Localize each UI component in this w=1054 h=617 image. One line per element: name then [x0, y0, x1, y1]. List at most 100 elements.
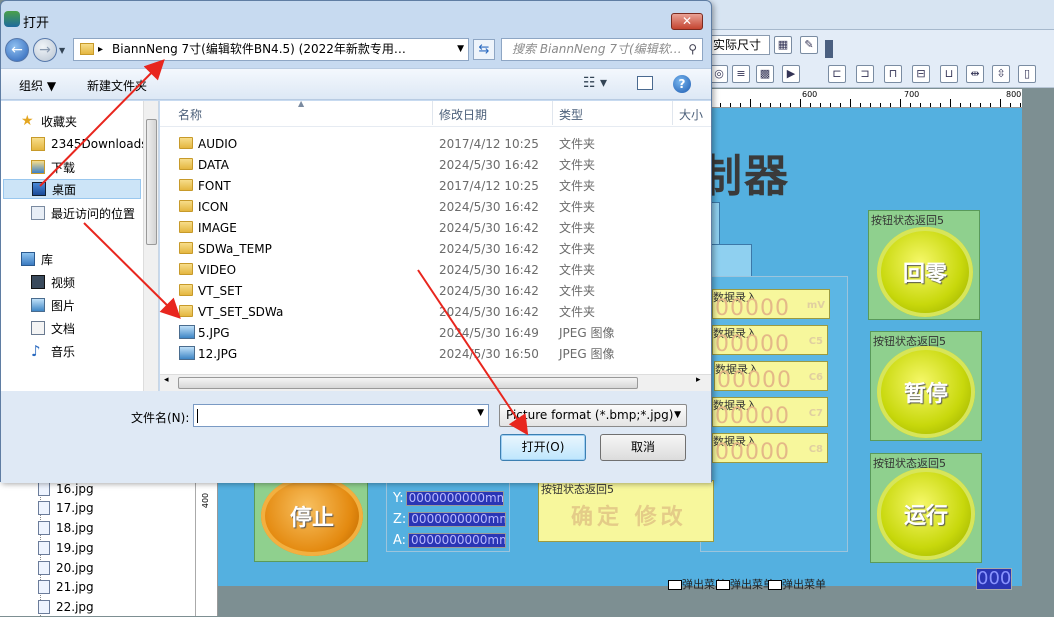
file-name: SDWa_TEMP — [198, 241, 272, 256]
filename-dropdown-icon[interactable]: ▼ — [477, 408, 484, 418]
toolbar-overflow-icon[interactable] — [825, 40, 833, 58]
organize-button[interactable]: 组织 ▼ — [19, 77, 56, 94]
nav-label: 2345Downloads — [51, 137, 148, 151]
calculator-icon[interactable]: ▦ — [774, 36, 792, 54]
folder-row[interactable]: VT_SET 2024/5/30 16:42 文件夹 — [170, 280, 710, 301]
stop-button-widget[interactable]: 停止 — [254, 474, 368, 562]
col-type-header[interactable]: 类型 — [559, 104, 583, 126]
file-hscrollbar[interactable]: ◂ ▸ — [160, 374, 711, 391]
filename-input[interactable]: ▼ — [193, 404, 489, 427]
column-divider[interactable] — [672, 101, 673, 125]
corner-number-display[interactable]: 000 — [976, 568, 1012, 590]
cancel-button[interactable]: 取消 — [600, 434, 686, 461]
folder-row[interactable]: ICON 2024/5/30 16:42 文件夹 — [170, 196, 710, 217]
scroll-right-icon[interactable]: ▸ — [696, 375, 701, 385]
nav-scrollbar[interactable] — [143, 101, 158, 391]
column-divider[interactable] — [552, 101, 553, 125]
file-type-select[interactable]: Picture format (*.bmp;*.jpg) ▼ — [499, 404, 687, 427]
tree-file-18[interactable]: 18.jpg — [38, 518, 94, 538]
folder-row[interactable]: VT_SET_SDWa 2024/5/30 16:42 文件夹 — [170, 301, 710, 322]
folder-row[interactable]: SDWa_TEMP 2024/5/30 16:42 文件夹 — [170, 238, 710, 259]
folder-row[interactable]: FONT 2017/4/12 10:25 文件夹 — [170, 175, 710, 196]
workspace-margin — [1022, 108, 1054, 616]
run-button-widget[interactable]: 按钮状态返回5 运行 — [870, 453, 982, 563]
breadcrumb-chevron-icon: ▸ — [98, 44, 104, 55]
col-name-header[interactable]: 名称 — [178, 104, 202, 126]
search-input[interactable]: 搜索 BiannNeng 7寸(编辑软… ⚲ — [501, 38, 703, 61]
paint-icon[interactable]: ✎ — [800, 36, 818, 54]
video-icon[interactable]: ▶ — [782, 65, 800, 83]
home-button[interactable]: 回零 — [877, 227, 973, 317]
nav-scroll-thumb[interactable] — [146, 119, 157, 245]
nav-favorites[interactable]: ★ 收藏夹 — [21, 111, 163, 131]
coord-z[interactable]: Z: 0000000000mm — [393, 512, 507, 527]
pause-button[interactable]: 暂停 — [877, 346, 975, 438]
align-middle-icon[interactable]: ⊟ — [912, 65, 930, 83]
data-entry-c5[interactable]: 数据录入 00000 C5 — [712, 325, 828, 357]
history-chevron-icon[interactable]: ▼ — [59, 46, 65, 55]
help-icon[interactable]: ? — [673, 75, 691, 93]
open-file-dialog: 打开 ✕ ← → ▼ ▸ BiannNeng 7寸(编辑软件BN4.5) (20… — [0, 0, 712, 483]
column-divider[interactable] — [432, 101, 433, 125]
file-row[interactable]: 12.JPG 2024/5/30 16:50 JPEG 图像 — [170, 343, 710, 364]
data-value: 00000 — [715, 296, 790, 321]
folder-row[interactable]: DATA 2024/5/30 16:42 文件夹 — [170, 154, 710, 175]
list-icon[interactable]: ≡ — [732, 65, 750, 83]
desktop-icon — [32, 182, 46, 196]
open-button[interactable]: 打开(O) — [500, 434, 586, 461]
workspace-margin-bottom — [200, 586, 1054, 616]
folder-row[interactable]: IMAGE 2024/5/30 16:42 文件夹 — [170, 217, 710, 238]
address-bar[interactable]: ▸ BiannNeng 7寸(编辑软件BN4.5) (2022年新款专用… ▼ — [73, 38, 469, 61]
film-icon — [31, 275, 45, 289]
file-scroll-thumb[interactable] — [178, 377, 638, 389]
data-entry-c8[interactable]: 数据录入 00000 C8 — [712, 433, 828, 465]
tree-file-17[interactable]: 17.jpg — [38, 498, 94, 518]
nav-libraries[interactable]: 库 — [21, 249, 163, 269]
run-button[interactable]: 运行 — [877, 468, 975, 560]
coord-a[interactable]: A: 0000000000mm — [393, 533, 507, 548]
scroll-left-icon[interactable]: ◂ — [164, 375, 169, 385]
data-entry-c6[interactable]: 数据录入 00000 C6 — [714, 361, 828, 393]
ruler-tick — [960, 103, 961, 107]
same-size-icon[interactable]: ▯ — [1018, 65, 1036, 83]
command-bar: 组织 ▼ 新建文件夹 ☷ ▾ ? — [1, 68, 711, 100]
popup-menu-3[interactable]: 弹出菜单 — [768, 576, 826, 592]
align-bottom-icon[interactable]: ⊔ — [940, 65, 958, 83]
coord-y[interactable]: Y: 0000000000mm — [393, 491, 504, 506]
magnifier-icon[interactable]: ◎ — [710, 65, 728, 83]
refresh-button[interactable]: ⇆ — [473, 39, 495, 60]
tree-file-20[interactable]: 20.jpg — [38, 558, 94, 578]
col-size-header[interactable]: 大小 — [679, 104, 703, 126]
nav-desktop[interactable]: 桌面 — [3, 179, 141, 199]
preview-pane-icon[interactable] — [637, 76, 653, 90]
data-entry-c7[interactable]: 数据录入 00000 C7 — [712, 397, 828, 429]
zoom-combo[interactable]: 实际尺寸 — [708, 35, 770, 55]
align-center-icon[interactable]: ⊐ — [856, 65, 874, 83]
back-button[interactable]: ← — [5, 38, 29, 62]
distribute-h-icon[interactable]: ⇹ — [966, 65, 984, 83]
qrcode-icon[interactable]: ▩ — [756, 65, 774, 83]
dialog-titlebar[interactable]: 打开 ✕ — [1, 1, 711, 31]
popup-menu-2[interactable]: 弹出菜单 — [716, 576, 774, 592]
tree-file-21[interactable]: 21.jpg — [38, 577, 94, 597]
col-date-header[interactable]: 修改日期 — [439, 104, 487, 126]
address-dropdown-icon[interactable]: ▼ — [457, 39, 464, 60]
folder-row[interactable]: VIDEO 2024/5/30 16:42 文件夹 — [170, 259, 710, 280]
view-options-icon[interactable]: ☷ ▾ — [583, 75, 607, 91]
align-left-icon[interactable]: ⊏ — [828, 65, 846, 83]
close-button[interactable]: ✕ — [671, 13, 703, 30]
tree-file-19[interactable]: 19.jpg — [38, 538, 94, 558]
folder-row[interactable]: AUDIO 2017/4/12 10:25 文件夹 — [170, 133, 710, 154]
tree-file-22[interactable]: 22.jpg — [38, 597, 94, 617]
home-button-widget[interactable]: 按钮状态返回5 回零 — [868, 210, 980, 320]
distribute-v-icon[interactable]: ⇳ — [992, 65, 1010, 83]
new-folder-button[interactable]: 新建文件夹 — [87, 77, 147, 94]
confirm-modify-button[interactable]: 按钮状态返回5 确定 修改 — [538, 480, 714, 542]
pause-button-widget[interactable]: 按钮状态返回5 暂停 — [870, 331, 982, 441]
widget-caption: 按钮状态返回5 — [541, 483, 614, 496]
stop-button[interactable]: 停止 — [261, 476, 363, 556]
forward-button[interactable]: → — [33, 38, 57, 62]
align-top-icon[interactable]: ⊓ — [884, 65, 902, 83]
file-row[interactable]: 5.JPG 2024/5/30 16:49 JPEG 图像 — [170, 322, 710, 343]
data-entry-mv[interactable]: 数据录入 00000 mV — [712, 289, 830, 321]
